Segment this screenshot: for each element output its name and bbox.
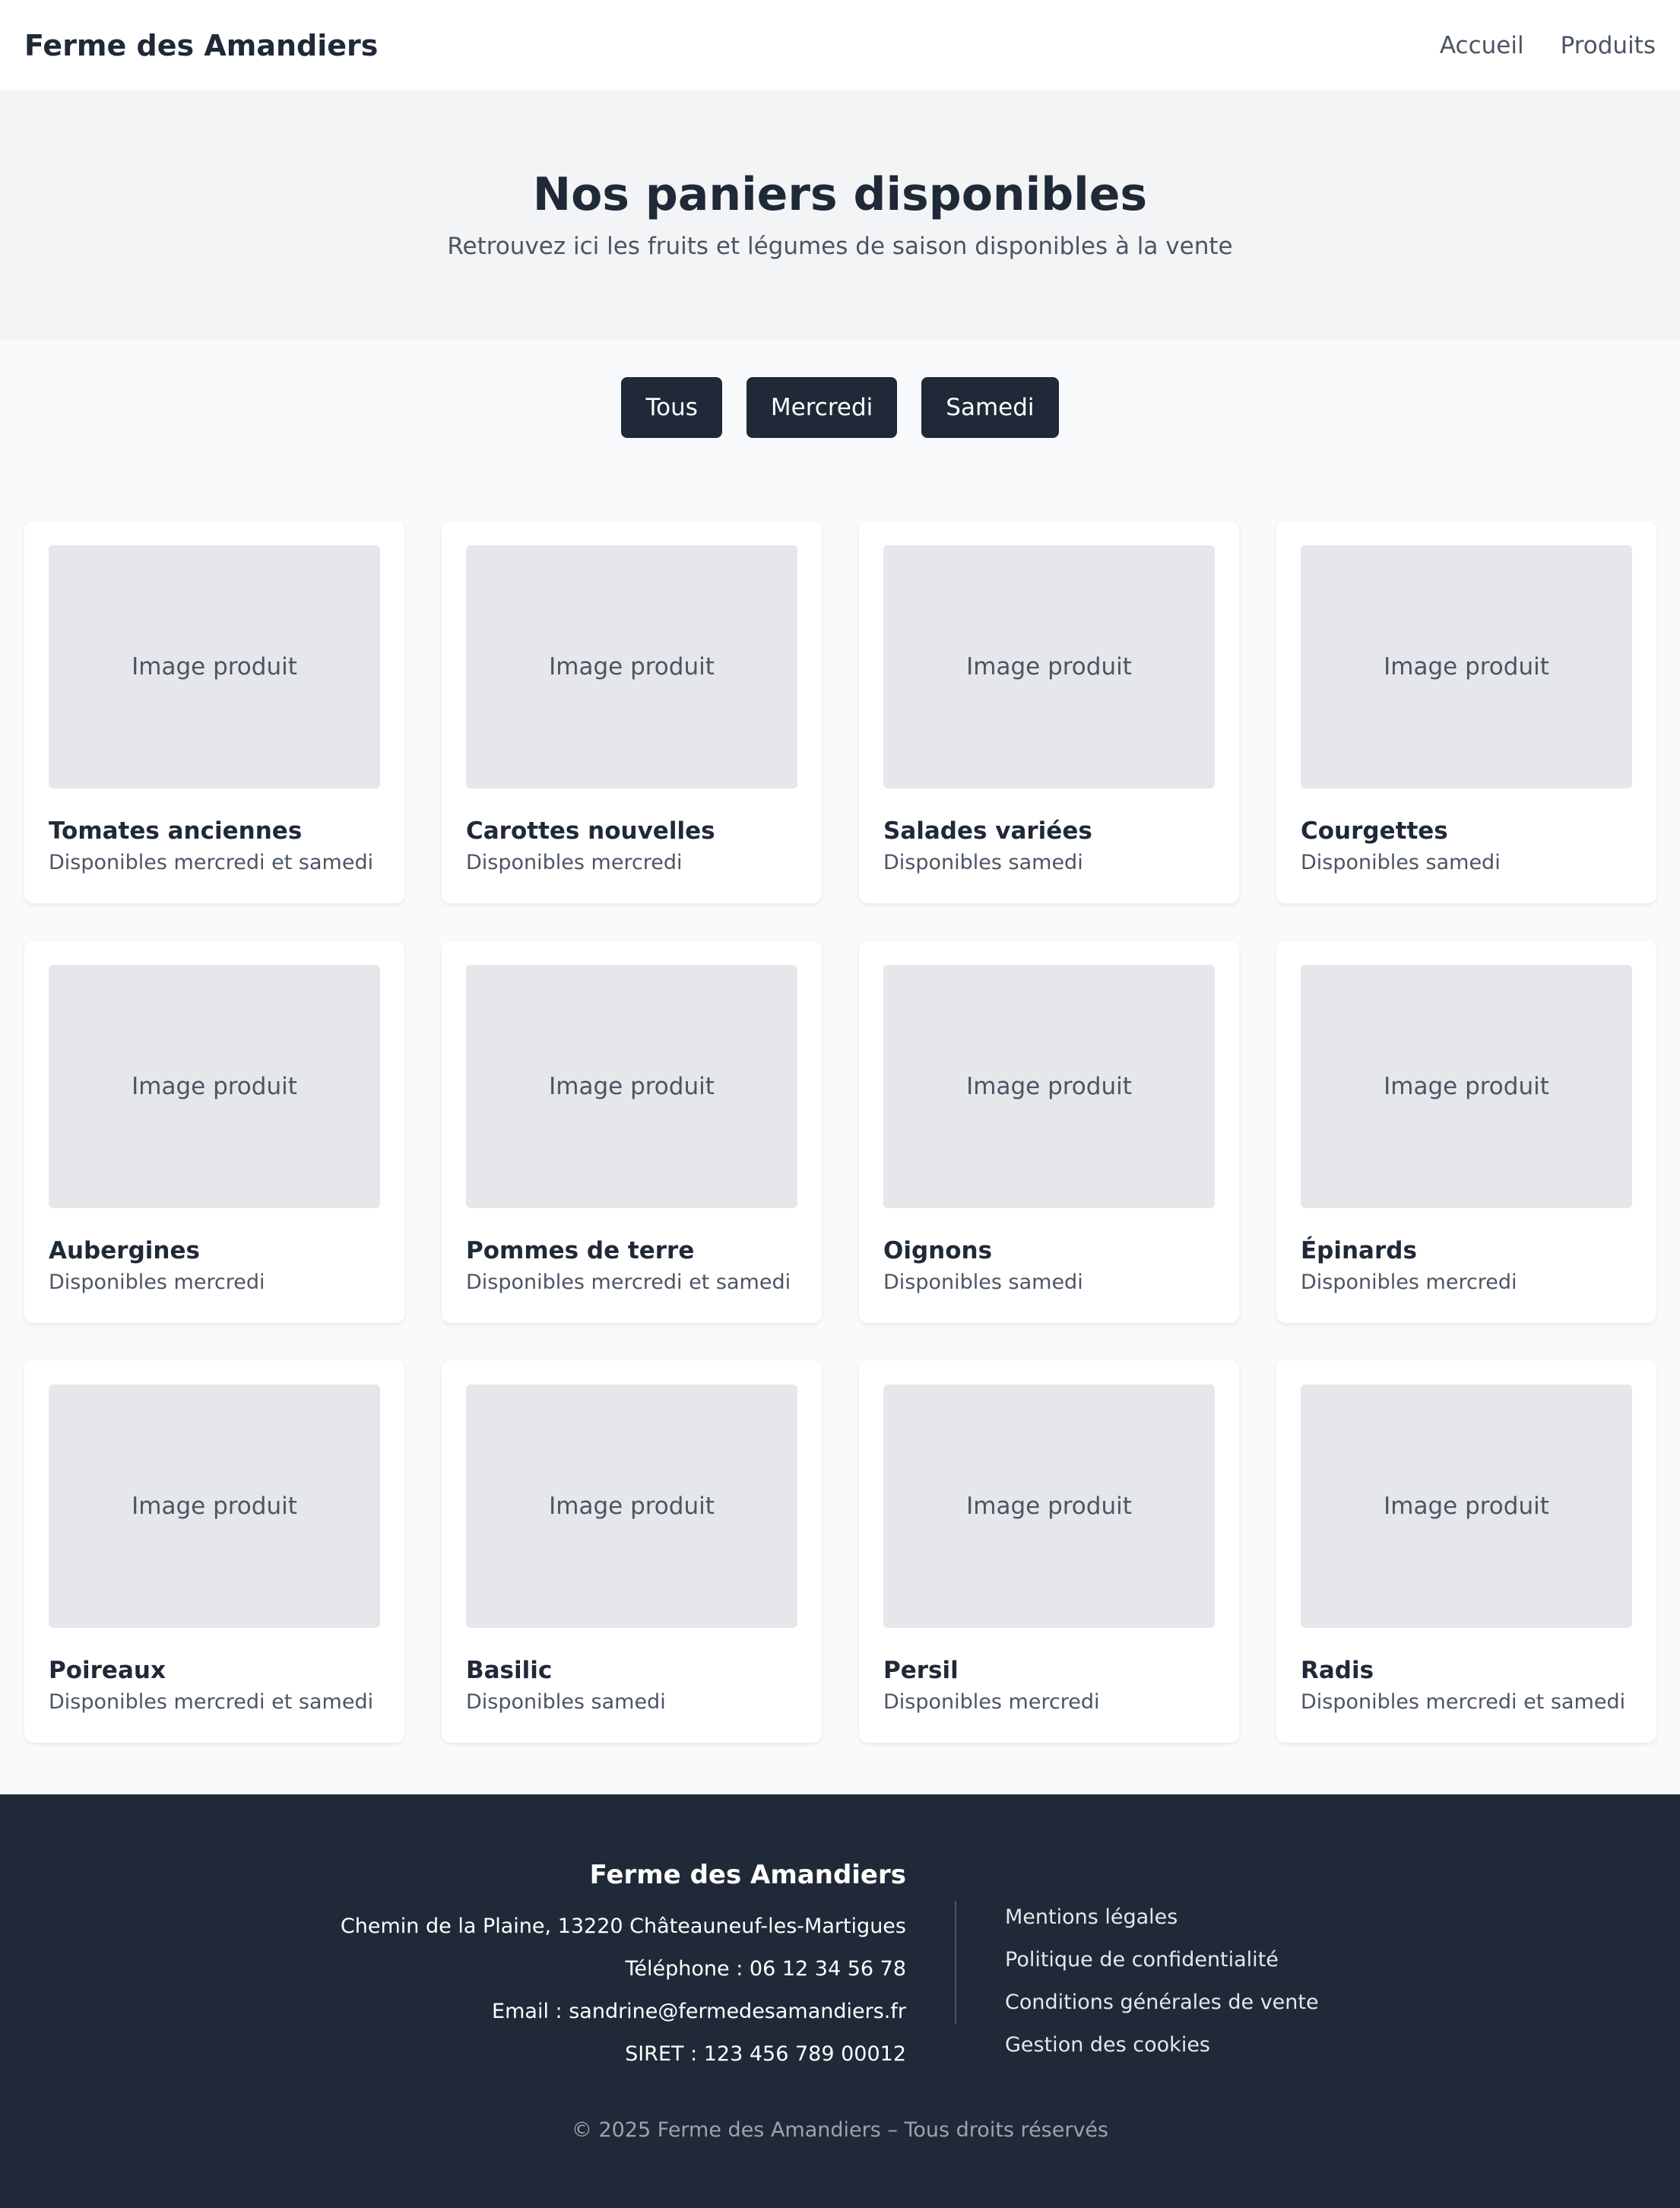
product-availability: Disponibles mercredi xyxy=(1301,1271,1517,1294)
product-image-placeholder: Image produit xyxy=(49,1385,380,1628)
product-card[interactable]: Image produit Aubergines Disponibles mer… xyxy=(24,941,404,1323)
footer-copyright: © 2025 Ferme des Amandiers – Tous droits… xyxy=(571,2118,1109,2142)
product-image-placeholder: Image produit xyxy=(466,1385,797,1628)
product-name: Radis xyxy=(1301,1657,1374,1684)
product-image-placeholder: Image produit xyxy=(466,545,797,788)
product-availability: Disponibles samedi xyxy=(883,851,1083,874)
product-name: Tomates anciennes xyxy=(49,817,303,845)
product-name: Salades variées xyxy=(883,817,1092,845)
footer-link-cookies[interactable]: Gestion des cookies xyxy=(1005,2024,1319,2067)
product-name: Basilic xyxy=(466,1657,553,1684)
product-card[interactable]: Image produit Basilic Disponibles samedi xyxy=(442,1360,822,1743)
product-card[interactable]: Image produit Radis Disponibles mercredi… xyxy=(1276,1360,1656,1743)
product-card[interactable]: Image produit Carottes nouvelles Disponi… xyxy=(442,521,822,903)
footer-links: Mentions légales Politique de confidenti… xyxy=(1005,1896,1319,2067)
product-image-placeholder: Image produit xyxy=(1301,545,1632,788)
product-image-placeholder: Image produit xyxy=(466,965,797,1208)
product-name: Pommes de terre xyxy=(466,1237,695,1264)
filter-button-mercredi[interactable]: Mercredi xyxy=(746,377,898,438)
product-name: Épinards xyxy=(1301,1237,1417,1264)
footer-divider xyxy=(955,1901,956,2024)
product-card[interactable]: Image produit Salades variées Disponible… xyxy=(859,521,1239,903)
site-footer: Ferme des Amandiers Chemin de la Plaine,… xyxy=(0,1794,1680,2208)
footer-siret: SIRET : 123 456 789 00012 xyxy=(625,2042,906,2066)
nav-link-accueil[interactable]: Accueil xyxy=(1440,32,1524,59)
filter-button-samedi[interactable]: Samedi xyxy=(921,377,1059,438)
footer-brand: Ferme des Amandiers xyxy=(589,1860,906,1890)
product-card[interactable]: Image produit Oignons Disponibles samedi xyxy=(859,941,1239,1323)
product-card[interactable]: Image produit Persil Disponibles mercred… xyxy=(859,1360,1239,1743)
product-name: Aubergines xyxy=(49,1237,200,1264)
product-name: Carottes nouvelles xyxy=(466,817,715,845)
page-subtitle: Retrouvez ici les fruits et légumes de s… xyxy=(447,233,1233,260)
footer-link-mentions-legales[interactable]: Mentions légales xyxy=(1005,1896,1319,1939)
main-nav: Accueil Produits xyxy=(1440,32,1656,59)
product-image-placeholder: Image produit xyxy=(883,545,1215,788)
product-card[interactable]: Image produit Épinards Disponibles mercr… xyxy=(1276,941,1656,1323)
product-availability: Disponibles mercredi et samedi xyxy=(49,1690,374,1714)
product-availability: Disponibles mercredi xyxy=(466,851,683,874)
product-name: Oignons xyxy=(883,1237,993,1264)
product-grid: Image produit Tomates anciennes Disponib… xyxy=(0,521,1680,1743)
product-availability: Disponibles mercredi xyxy=(883,1690,1100,1714)
product-image-placeholder: Image produit xyxy=(883,965,1215,1208)
footer-link-confidentialite[interactable]: Politique de confidentialité xyxy=(1005,1939,1319,1981)
product-availability: Disponibles mercredi et samedi xyxy=(466,1271,791,1294)
product-image-placeholder: Image produit xyxy=(49,545,380,788)
product-availability: Disponibles samedi xyxy=(1301,851,1501,874)
product-card[interactable]: Image produit Pommes de terre Disponible… xyxy=(442,941,822,1323)
product-name: Courgettes xyxy=(1301,817,1448,845)
footer-email: Email : sandrine@fermedesamandiers.fr xyxy=(492,2000,906,2023)
product-card[interactable]: Image produit Tomates anciennes Disponib… xyxy=(24,521,404,903)
footer-address: Chemin de la Plaine, 13220 Châteauneuf-l… xyxy=(340,1915,906,1938)
product-image-placeholder: Image produit xyxy=(49,965,380,1208)
hero-section: Nos paniers disponibles Retrouvez ici le… xyxy=(0,91,1680,340)
filter-button-tous[interactable]: Tous xyxy=(621,377,722,438)
product-image-placeholder: Image produit xyxy=(1301,965,1632,1208)
page-title: Nos paniers disponibles xyxy=(532,168,1148,221)
product-availability: Disponibles mercredi et samedi xyxy=(49,851,374,874)
product-availability: Disponibles mercredi et samedi xyxy=(1301,1690,1626,1714)
product-name: Poireaux xyxy=(49,1657,166,1684)
product-availability: Disponibles mercredi xyxy=(49,1271,265,1294)
site-brand[interactable]: Ferme des Amandiers xyxy=(24,29,378,62)
product-card[interactable]: Image produit Courgettes Disponibles sam… xyxy=(1276,521,1656,903)
product-name: Persil xyxy=(883,1657,959,1684)
product-availability: Disponibles samedi xyxy=(466,1690,666,1714)
product-image-placeholder: Image produit xyxy=(883,1385,1215,1628)
filter-bar: Tous Mercredi Samedi xyxy=(0,377,1680,438)
footer-link-cgv[interactable]: Conditions générales de vente xyxy=(1005,1981,1319,2024)
site-header: Ferme des Amandiers Accueil Produits xyxy=(0,0,1680,91)
footer-phone: Téléphone : 06 12 34 56 78 xyxy=(625,1957,907,1981)
product-availability: Disponibles samedi xyxy=(883,1271,1083,1294)
product-card[interactable]: Image produit Poireaux Disponibles mercr… xyxy=(24,1360,404,1743)
product-image-placeholder: Image produit xyxy=(1301,1385,1632,1628)
nav-link-produits[interactable]: Produits xyxy=(1561,32,1656,59)
footer-contact: Ferme des Amandiers Chemin de la Plaine,… xyxy=(341,1860,906,2076)
